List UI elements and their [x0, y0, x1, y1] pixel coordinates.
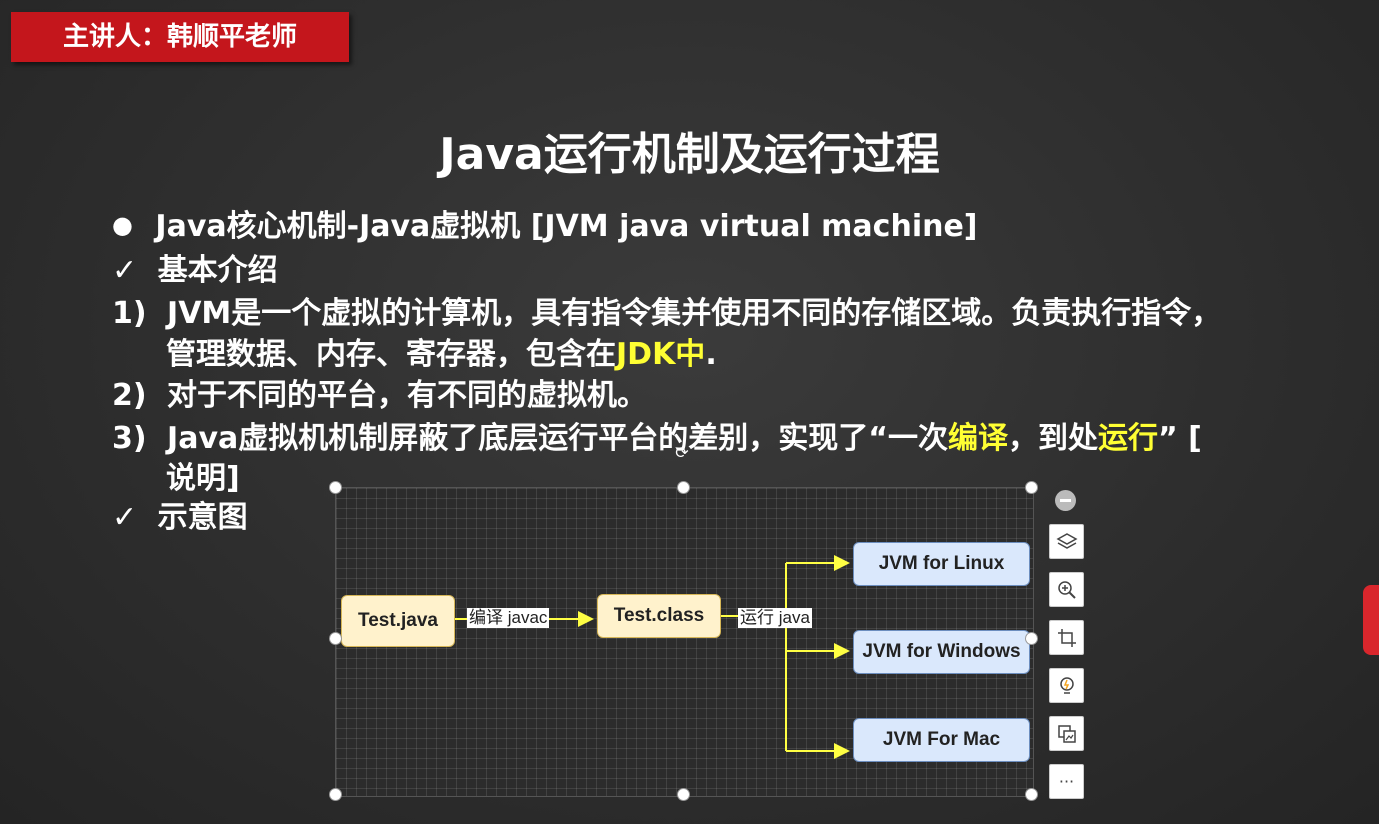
item-text: 对于不同的平台，有不同的虚拟机。	[167, 378, 648, 413]
highlight-run: 运行	[1097, 421, 1158, 456]
node-jvm-linux[interactable]: JVM for Linux	[853, 542, 1030, 586]
item-text: ，到处	[1007, 421, 1098, 456]
edge-label-compile: 编译 javac	[467, 608, 550, 628]
bullet-icon: ●	[112, 211, 133, 239]
check-icon: ✓	[112, 253, 138, 288]
resize-handle[interactable]	[1025, 632, 1038, 645]
item-3-cont: 说明]	[166, 461, 240, 496]
bullet-text: Java核心机制-Java虚拟机 [JVM java virtual machi…	[155, 209, 978, 244]
layers-icon[interactable]	[1049, 524, 1084, 559]
resize-handle[interactable]	[329, 481, 342, 494]
section-intro: ✓ 基本介绍	[112, 245, 278, 289]
lightbulb-icon[interactable]	[1049, 668, 1084, 703]
crop-icon[interactable]	[1049, 620, 1084, 655]
resize-handle[interactable]	[1025, 481, 1038, 494]
item-number: 3)	[112, 421, 147, 456]
side-tab[interactable]	[1363, 585, 1379, 655]
check-icon: ✓	[112, 500, 138, 535]
resize-handle[interactable]	[677, 481, 690, 494]
section-diagram-text: 示意图	[157, 500, 248, 535]
rotate-handle-icon[interactable]: ⟳	[673, 444, 691, 462]
speaker-banner: 主讲人：韩顺平老师	[11, 12, 349, 62]
zoom-in-icon[interactable]	[1049, 572, 1084, 607]
item-number: 2)	[112, 378, 147, 413]
slide-title: Java运行机制及运行过程	[439, 129, 940, 180]
highlight-compile: 编译	[947, 421, 1008, 456]
highlight-jdk: JDK中	[616, 337, 706, 372]
section-intro-text: 基本介绍	[157, 253, 278, 288]
resize-handle[interactable]	[329, 632, 342, 645]
node-jvm-windows[interactable]: JVM for Windows	[853, 630, 1030, 674]
item-text: JVM是一个虚拟的计算机，具有指令集并使用不同的存储区域。负责执行指令，	[167, 296, 1222, 331]
node-jvm-mac[interactable]: JVM For Mac	[853, 718, 1030, 762]
node-test-class[interactable]: Test.class	[597, 594, 721, 638]
item-number: 1)	[112, 296, 147, 331]
item-1: 1) JVM是一个虚拟的计算机，具有指令集并使用不同的存储区域。负责执行指令，	[112, 288, 1221, 332]
item-text: 管理数据、内存、寄存器，包含在	[166, 337, 616, 372]
diagram-canvas[interactable]: Test.java Test.class JVM for Linux JVM f…	[335, 487, 1034, 797]
item-1-cont: 管理数据、内存、寄存器，包含在JDK中.	[166, 329, 717, 373]
resize-handle[interactable]	[329, 788, 342, 801]
image-convert-icon[interactable]	[1049, 716, 1084, 751]
item-3: 3) Java虚拟机机制屏蔽了底层运行平台的差别，实现了“一次编译，到处运行” …	[112, 413, 1202, 457]
bullet-jvm: ● Java核心机制-Java虚拟机 [JVM java virtual mac…	[112, 201, 978, 245]
resize-handle[interactable]	[677, 788, 690, 801]
minus-icon[interactable]	[1055, 490, 1076, 511]
item-text: Java虚拟机机制屏蔽了底层运行平台的差别，实现了“一次	[167, 421, 948, 456]
item-text: .	[705, 337, 717, 372]
section-diagram: ✓ 示意图	[112, 492, 248, 536]
node-test-java[interactable]: Test.java	[341, 595, 455, 647]
item-2: 2) 对于不同的平台，有不同的虚拟机。	[112, 370, 647, 414]
resize-handle[interactable]	[1025, 788, 1038, 801]
edge-label-run: 运行 java	[738, 608, 812, 628]
item-text: ” [	[1157, 421, 1202, 456]
more-icon[interactable]: ···	[1049, 764, 1084, 799]
